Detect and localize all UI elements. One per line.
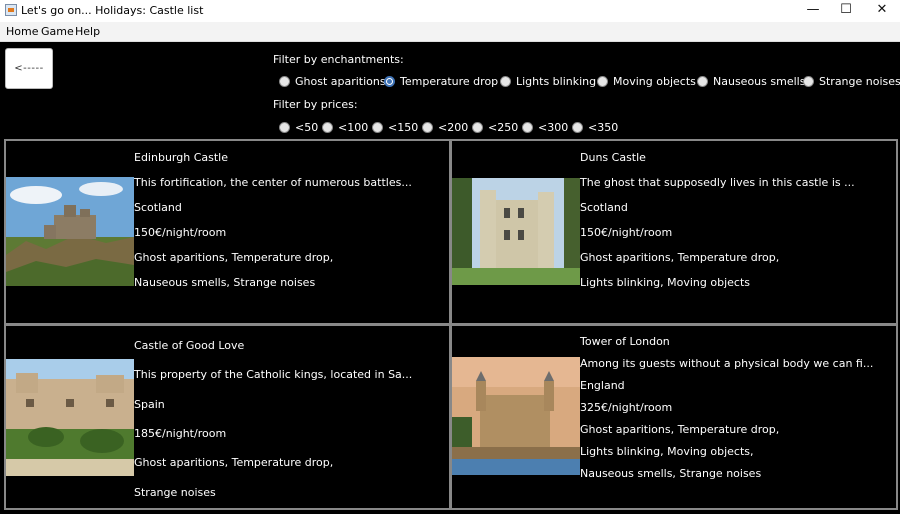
- radio-temperature-drop[interactable]: Temperature drop: [384, 75, 498, 88]
- main-content: <----- Filter by enchantments: Ghost apa…: [0, 42, 900, 514]
- radio-button-icon[interactable]: [803, 76, 814, 87]
- castle-enchantments: Nauseous smells, Strange noises: [580, 467, 762, 480]
- radio-price-150[interactable]: <150: [372, 121, 418, 134]
- radio-button-icon[interactable]: [422, 122, 433, 133]
- castle-photo-duns: [452, 178, 580, 285]
- castle-enchantments: Lights blinking, Moving objects: [580, 276, 750, 289]
- castle-card-edinburgh[interactable]: Edinburgh Castle This fortification, the…: [4, 139, 451, 325]
- enchantments-filter-label: Filter by enchantments:: [273, 53, 404, 66]
- radio-price-350[interactable]: <350: [572, 121, 618, 134]
- radio-button-icon[interactable]: [372, 122, 383, 133]
- castle-name: Duns Castle: [580, 151, 646, 164]
- radio-button-icon[interactable]: [500, 76, 511, 87]
- castle-description: Among its guests without a physical body…: [580, 357, 874, 370]
- castle-description: This fortification, the center of numero…: [134, 176, 412, 189]
- castle-photo-edinburgh: [6, 177, 134, 286]
- radio-price-100[interactable]: <100: [322, 121, 368, 134]
- castle-country: England: [580, 379, 625, 392]
- radio-button-icon[interactable]: [697, 76, 708, 87]
- title-bar: Let's go on... Holidays: Castle list — ☐…: [0, 0, 900, 22]
- castle-card-duns[interactable]: Duns Castle The ghost that supposedly li…: [450, 139, 898, 325]
- window-title: Let's go on... Holidays: Castle list: [21, 4, 204, 17]
- castle-description: The ghost that supposedly lives in this …: [580, 176, 855, 189]
- castle-price: 185€/night/room: [134, 427, 227, 440]
- castle-price: 150€/night/room: [580, 226, 673, 239]
- back-button[interactable]: <-----: [5, 48, 53, 89]
- radio-nauseous-smells[interactable]: Nauseous smells: [697, 75, 805, 88]
- castle-name: Castle of Good Love: [134, 339, 245, 352]
- menu-home[interactable]: Home: [6, 25, 38, 38]
- menu-bar: Home Game Help: [0, 22, 900, 42]
- castle-country: Spain: [134, 398, 165, 411]
- castle-country: Scotland: [580, 201, 628, 214]
- close-button[interactable]: ✕: [865, 0, 899, 22]
- castle-enchantments: Lights blinking, Moving objects,: [580, 445, 754, 458]
- minimize-button[interactable]: —: [796, 0, 830, 22]
- radio-price-200[interactable]: <200: [422, 121, 468, 134]
- menu-game[interactable]: Game: [41, 25, 74, 38]
- maximize-button[interactable]: ☐: [829, 0, 863, 22]
- menu-help[interactable]: Help: [75, 25, 100, 38]
- castle-price: 325€/night/room: [580, 401, 673, 414]
- radio-button-icon[interactable]: [279, 122, 290, 133]
- radio-button-icon[interactable]: [572, 122, 583, 133]
- castle-enchantments: Ghost aparitions, Temperature drop,: [580, 251, 780, 264]
- radio-selected-icon[interactable]: [384, 76, 395, 87]
- castle-enchantments: Nauseous smells, Strange noises: [134, 276, 316, 289]
- radio-button-icon[interactable]: [279, 76, 290, 87]
- java-app-icon: [5, 4, 17, 16]
- castle-card-tower-of-london[interactable]: Tower of London Among its guests without…: [450, 324, 898, 510]
- radio-button-icon[interactable]: [597, 76, 608, 87]
- radio-price-250[interactable]: <250: [472, 121, 518, 134]
- castle-enchantments: Strange noises: [134, 486, 216, 499]
- castle-country: Scotland: [134, 201, 182, 214]
- castle-enchantments: Ghost aparitions, Temperature drop,: [134, 251, 334, 264]
- castle-enchantments: Ghost aparitions, Temperature drop,: [134, 456, 334, 469]
- radio-lights-blinking[interactable]: Lights blinking: [500, 75, 596, 88]
- castle-description: This property of the Catholic kings, loc…: [134, 368, 413, 381]
- castle-card-good-love[interactable]: Castle of Good Love This property of the…: [4, 324, 451, 510]
- radio-strange-noises[interactable]: Strange noises: [803, 75, 900, 88]
- castle-price: 150€/night/room: [134, 226, 227, 239]
- radio-price-50[interactable]: <50: [279, 121, 318, 134]
- castle-photo-good-love: [6, 359, 134, 476]
- radio-button-icon[interactable]: [522, 122, 533, 133]
- radio-price-300[interactable]: <300: [522, 121, 568, 134]
- castle-enchantments: Ghost aparitions, Temperature drop,: [580, 423, 780, 436]
- castle-name: Tower of London: [580, 335, 670, 348]
- radio-ghost-aparitions[interactable]: Ghost aparitions: [279, 75, 386, 88]
- castle-photo-tower-of-london: [452, 357, 580, 475]
- radio-button-icon[interactable]: [472, 122, 483, 133]
- radio-moving-objects[interactable]: Moving objects: [597, 75, 696, 88]
- prices-filter-label: Filter by prices:: [273, 98, 358, 111]
- castle-name: Edinburgh Castle: [134, 151, 228, 164]
- radio-button-icon[interactable]: [322, 122, 333, 133]
